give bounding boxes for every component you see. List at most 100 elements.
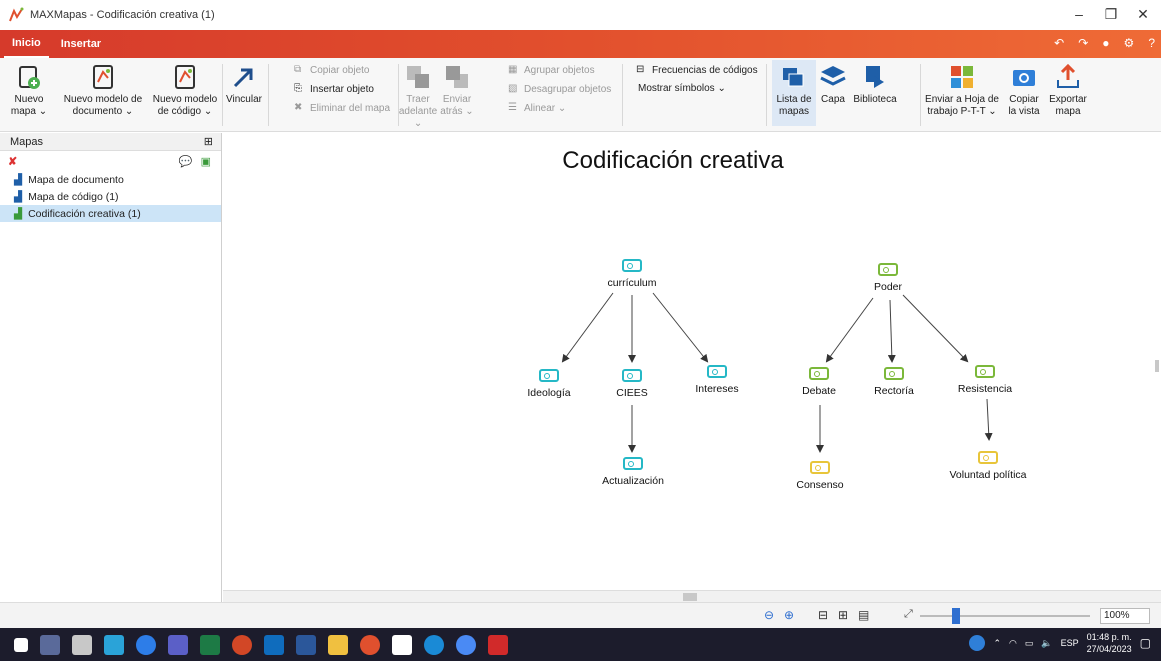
insert-object-button[interactable]: ⎘ Insertar objeto bbox=[294, 83, 374, 95]
acrobat-app-icon[interactable] bbox=[488, 634, 508, 655]
chrome-app-icon[interactable] bbox=[456, 634, 476, 655]
send-to-worksheet-button[interactable]: Enviar a Hoja de trabajo P-T-T ⌄ bbox=[924, 62, 1000, 118]
ungroup-objects-button[interactable]: ▧ Desagrupar objetos bbox=[508, 83, 611, 95]
arrow-link-icon bbox=[233, 68, 253, 88]
delete-from-map-button[interactable]: ✖ Eliminar del mapa bbox=[294, 102, 390, 114]
delete-map-icon[interactable]: ✘ bbox=[8, 155, 17, 168]
code-node-actualizacion[interactable]: Actualización bbox=[588, 457, 678, 487]
app-logo-icon bbox=[9, 7, 24, 22]
ribbon-tab-bar: Inicio Insertar ↶ ↷ ● ⚙ ? bbox=[0, 30, 1161, 58]
powerpoint-app-icon[interactable] bbox=[232, 634, 252, 655]
code-node-voluntad-politica[interactable]: Voluntad política bbox=[933, 451, 1043, 481]
sidebar-item-code-map[interactable]: ▟ Mapa de código (1) bbox=[0, 188, 221, 205]
code-node-rectoria[interactable]: Rectoría bbox=[849, 367, 939, 397]
map-canvas[interactable]: Codificación creativa currículum Ideolog… bbox=[223, 133, 1161, 590]
page-view-icon[interactable]: ▤ bbox=[858, 608, 869, 622]
code-node-resistencia[interactable]: Resistencia bbox=[940, 365, 1030, 395]
minimize-button[interactable]: – bbox=[1065, 6, 1093, 24]
clock[interactable]: 01:48 p. m. 27/04/2023 bbox=[1087, 631, 1132, 655]
new-folder-icon[interactable]: ▣ bbox=[201, 155, 211, 168]
code-node-poder[interactable]: Poder bbox=[843, 263, 933, 293]
code-node-intereses[interactable]: Intereses bbox=[672, 365, 762, 395]
align-icon: ☰ bbox=[508, 102, 517, 113]
new-document-model-button[interactable]: Nuevo modelo de documento ⌄ bbox=[58, 62, 148, 118]
excel-app-icon[interactable] bbox=[200, 634, 220, 655]
scroll-thumb[interactable] bbox=[683, 593, 697, 601]
code-icon bbox=[884, 367, 904, 380]
zoom-slider[interactable] bbox=[920, 615, 1090, 617]
teams-app-icon[interactable] bbox=[168, 634, 188, 655]
battery-icon[interactable]: ▭ bbox=[1025, 638, 1034, 649]
map-list-button[interactable]: Lista de mapas bbox=[772, 60, 816, 126]
edge-curriculum-ideologia bbox=[561, 292, 614, 363]
show-symbols-dropdown[interactable]: Mostrar símbolos ⌄ bbox=[638, 83, 726, 94]
bring-forward-button[interactable]: Traer adelante ⌄ bbox=[399, 62, 437, 130]
vertical-scroll-indicator[interactable] bbox=[1155, 360, 1159, 372]
map-list-icon bbox=[783, 68, 804, 87]
maximize-button[interactable]: ❐ bbox=[1097, 6, 1125, 24]
windows-start-icon[interactable] bbox=[14, 637, 28, 652]
align-button[interactable]: ☰ Alinear ⌄ bbox=[508, 102, 566, 114]
layers-icon bbox=[820, 66, 846, 86]
zoom-out-icon[interactable]: ⊖ bbox=[764, 608, 774, 622]
undo-icon[interactable]: ↶ bbox=[1054, 36, 1064, 50]
photos-app-icon[interactable] bbox=[104, 634, 124, 655]
new-map-button[interactable]: Nuevo mapa ⌄ bbox=[8, 62, 50, 118]
pin-icon[interactable]: ⊞ bbox=[204, 135, 213, 148]
clock-date: 27/04/2023 bbox=[1086, 644, 1132, 654]
file-explorer-icon[interactable] bbox=[328, 634, 348, 655]
zoom-app-icon[interactable] bbox=[136, 634, 156, 655]
layer-button[interactable]: Capa bbox=[818, 62, 848, 106]
settings-icon[interactable]: ⚙ bbox=[1124, 36, 1135, 50]
fit-page-icon[interactable]: ⊞ bbox=[838, 608, 848, 622]
volume-icon[interactable]: 🔈 bbox=[1041, 638, 1052, 649]
code-node-ideologia[interactable]: Ideología bbox=[504, 369, 594, 399]
onedrive-icon[interactable] bbox=[424, 634, 444, 655]
language-indicator[interactable]: ESP bbox=[1061, 638, 1079, 648]
edge-poder-resistencia bbox=[902, 294, 969, 363]
sidebar-item-document-map[interactable]: ▟ Mapa de documento bbox=[0, 171, 221, 188]
paint-app-icon[interactable] bbox=[72, 634, 92, 655]
user-icon[interactable]: ● bbox=[1102, 36, 1109, 50]
camera-app-icon[interactable] bbox=[40, 634, 60, 655]
tab-insertar[interactable]: Insertar bbox=[53, 30, 109, 58]
export-map-button[interactable]: Exportar mapa bbox=[1048, 62, 1088, 118]
code-node-consenso[interactable]: Consenso bbox=[775, 461, 865, 491]
copy-view-button[interactable]: Copiar la vista bbox=[1004, 62, 1044, 118]
help-tray-icon[interactable] bbox=[969, 635, 986, 651]
horizontal-scrollbar[interactable] bbox=[223, 590, 1161, 602]
redo-icon[interactable]: ↷ bbox=[1078, 36, 1088, 50]
library-button[interactable]: Biblioteca bbox=[852, 62, 898, 106]
sidebar-item-creative-coding[interactable]: ▟ Codificación creativa (1) bbox=[0, 205, 221, 222]
send-backward-button[interactable]: Enviar atrás ⌄ bbox=[440, 62, 474, 118]
close-button[interactable]: ✕ bbox=[1129, 6, 1157, 24]
notifications-icon[interactable]: ▢ bbox=[1140, 636, 1151, 650]
ungroup-icon: ▧ bbox=[508, 83, 518, 94]
code-node-curriculum[interactable]: currículum bbox=[587, 259, 677, 289]
zoom-level-field[interactable]: 100% bbox=[1100, 608, 1150, 624]
new-code-model-button[interactable]: Nuevo modelo de código ⌄ bbox=[150, 62, 220, 118]
help-icon[interactable]: ? bbox=[1148, 36, 1155, 50]
edge-curriculum-intereses bbox=[652, 292, 709, 363]
library-icon bbox=[866, 66, 884, 88]
zoom-slider-handle[interactable] bbox=[952, 608, 960, 624]
send-backward-icon bbox=[446, 66, 468, 88]
code-node-ciees[interactable]: CIEES bbox=[587, 369, 677, 399]
map-icon: ▟ bbox=[14, 190, 23, 203]
tab-inicio[interactable]: Inicio bbox=[4, 30, 49, 58]
outlook-app-icon[interactable] bbox=[264, 634, 284, 655]
document-app-icon[interactable] bbox=[392, 634, 412, 655]
copy-object-button[interactable]: ⧉ Copiar objeto bbox=[294, 64, 369, 76]
chevron-up-icon[interactable]: ⌃ bbox=[993, 638, 1001, 649]
code-frequencies-button[interactable]: ⊟ Frecuencias de códigos bbox=[636, 64, 758, 76]
code-icon bbox=[975, 365, 995, 378]
word-app-icon[interactable] bbox=[296, 634, 316, 655]
zoom-reset-icon[interactable]: ⤢ bbox=[904, 608, 913, 621]
link-button[interactable]: Vincular bbox=[224, 62, 264, 106]
zoom-in-icon[interactable]: ⊕ bbox=[784, 608, 794, 622]
maxqda-app-icon[interactable] bbox=[360, 634, 380, 655]
group-objects-button[interactable]: ▦ Agrupar objetos bbox=[508, 64, 595, 76]
comment-icon[interactable]: 💬 bbox=[179, 155, 193, 168]
fit-width-icon[interactable]: ⊟ bbox=[818, 608, 828, 622]
wifi-icon[interactable]: ◠ bbox=[1009, 638, 1017, 649]
